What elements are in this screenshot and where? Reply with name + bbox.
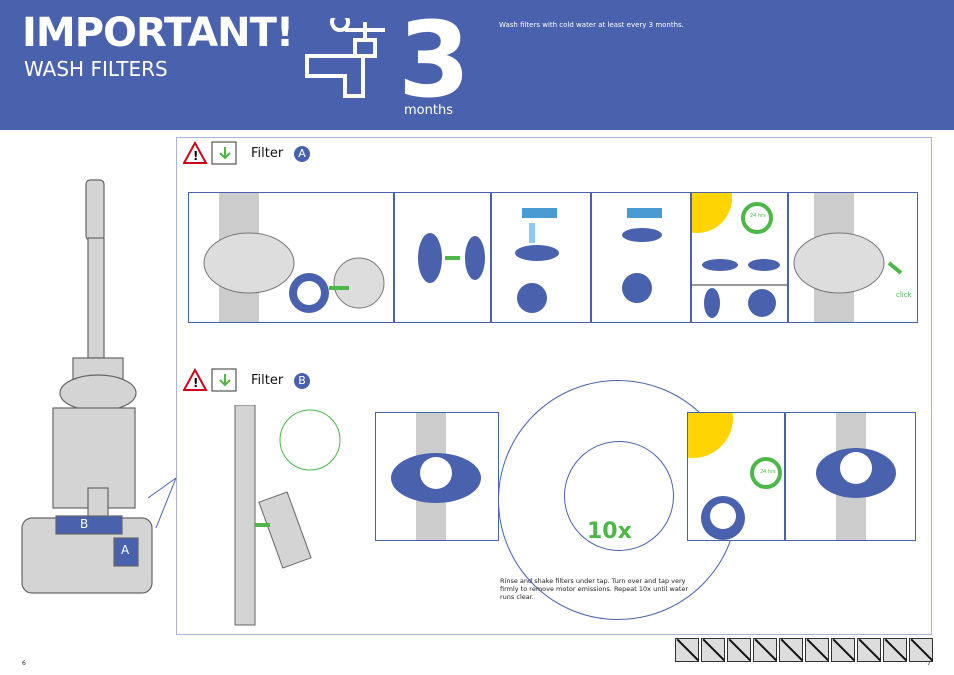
no-oven-icon	[753, 638, 777, 662]
tap-icon	[305, 18, 385, 98]
warning-icon-b: !	[183, 368, 237, 392]
step-a1-remove-filter	[188, 192, 394, 323]
header-note: Wash filters with cold water at least ev…	[499, 21, 684, 29]
dry-time-b: 24 hrs	[760, 469, 776, 475]
page-subtitle: WASH FILTERS	[24, 57, 168, 81]
filter-a-badge: A	[294, 146, 310, 162]
filter-a-label: Filter	[251, 146, 284, 161]
svg-text:!: !	[193, 149, 198, 163]
vacuum-illustration	[21, 179, 177, 594]
remove-filter-b-illustration	[234, 405, 341, 626]
vacuum-label-a: A	[121, 543, 130, 557]
no-tumble-dryer-icon	[805, 638, 829, 662]
step-a4-tap	[591, 192, 691, 323]
filter-b-label: Filter	[251, 373, 284, 388]
vacuum-label-b: B	[80, 517, 89, 531]
no-dishwasher-rack-icon	[857, 638, 881, 662]
step-b3-dry	[687, 412, 785, 541]
filter-b-caption: Rinse and shake filters under tap. Turn …	[500, 577, 689, 601]
step-a6-refit	[788, 192, 918, 323]
no-cleaning-spray-icon	[909, 638, 933, 662]
interval-number: 3	[398, 0, 471, 121]
no-detergent-icon	[701, 638, 725, 662]
filter-b-badge: B	[294, 373, 310, 389]
page-title: IMPORTANT!	[22, 10, 294, 56]
step-b4-refit	[785, 412, 916, 541]
repeat-count: 10x	[587, 519, 632, 544]
no-washing-machine-icon	[779, 638, 803, 662]
step-a5-dry	[691, 192, 788, 323]
interval-unit: months	[404, 103, 453, 118]
warning-icon: !	[183, 141, 237, 165]
step-a2-separate	[394, 192, 491, 323]
svg-text:!: !	[193, 376, 198, 390]
step-a3-rinse	[491, 192, 591, 323]
no-dishwasher-icon	[727, 638, 751, 662]
dry-time-a: 24 hrs	[750, 213, 766, 219]
page-number-left: 6	[22, 660, 26, 667]
step-b1-remove	[375, 412, 499, 541]
click-label: click	[896, 291, 912, 299]
no-radiator-icon	[883, 638, 907, 662]
no-hot-tap-icon	[675, 638, 699, 662]
no-microwave-icon	[831, 638, 855, 662]
